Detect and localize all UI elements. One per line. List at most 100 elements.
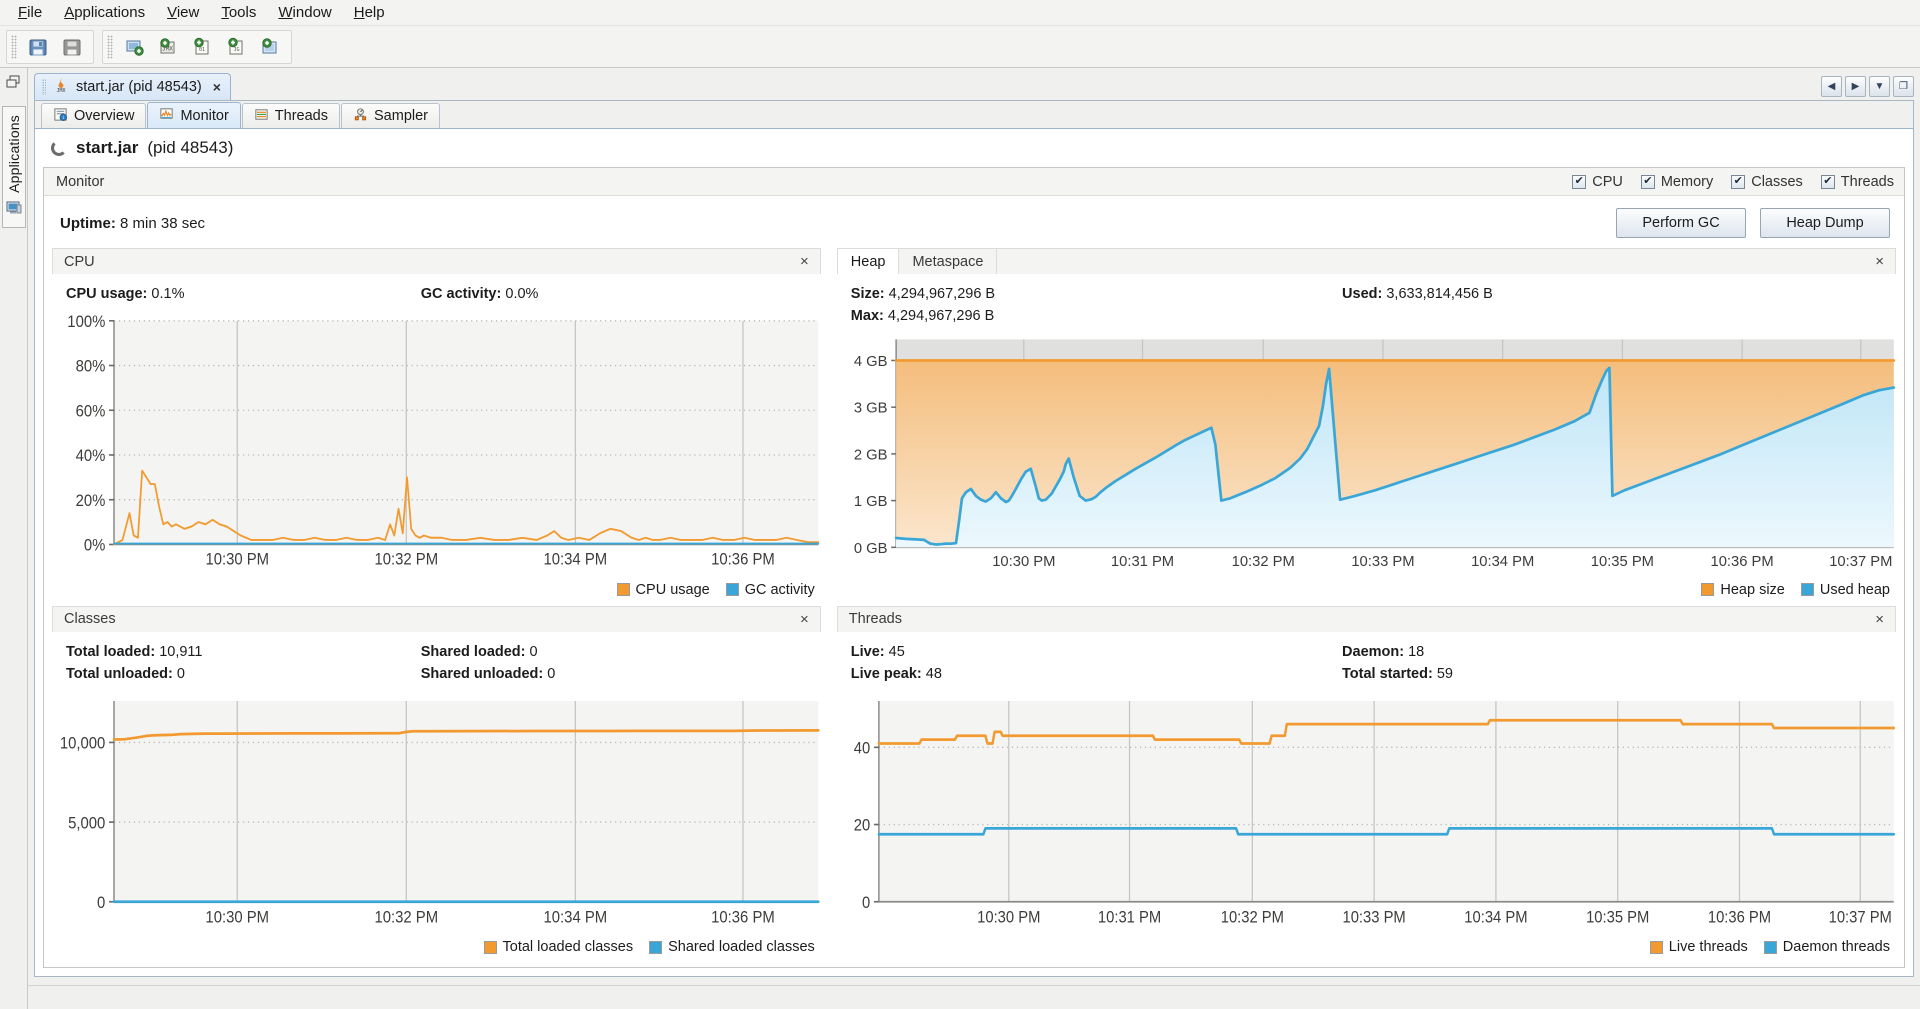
toolbar-grip-2[interactable] [107, 34, 113, 59]
checkbox-threads[interactable]: ✔ Threads [1820, 174, 1894, 190]
perform-gc-button[interactable]: Perform GC [1616, 208, 1746, 238]
heap-stats: Size: 4,294,967,296 B Max: 4,294,967,296… [837, 274, 1896, 332]
checkbox-cpu-label: CPU [1592, 173, 1623, 190]
svg-text:10:32 PM: 10:32 PM [374, 908, 438, 926]
svg-text:20: 20 [854, 817, 871, 835]
toolbar-group-file [6, 29, 94, 64]
heap-size-label: Size: [850, 286, 885, 302]
checkbox-cpu[interactable]: ✔ CPU [1572, 174, 1623, 190]
save-icon[interactable] [21, 32, 55, 62]
svg-text:JG: JG [233, 47, 239, 53]
heap-chart[interactable]: 0 GB 1 GB 2 GB 3 GB 4 GB 10:30 PM 10:31 PM 10:3… [837, 332, 1896, 580]
main-body: Applications JMX start.jar (pid 48543) ×… [0, 68, 1920, 1009]
cpu-close-icon[interactable]: × [797, 253, 812, 270]
legend-swatch-shared-loaded [649, 940, 663, 954]
tab-overview-label: Overview [74, 108, 135, 124]
document-panel: i Overview Monitor Threads Sampler start… [34, 100, 1914, 977]
tab-sampler[interactable]: Sampler [341, 103, 440, 128]
legend-heap-size: Heap size [1701, 582, 1785, 598]
menu-item-tools[interactable]: Tools [211, 1, 266, 24]
legend-swatch-total-loaded [483, 940, 497, 954]
monitor-icon [159, 106, 174, 125]
heap-legend: Heap size Used heap [837, 580, 1896, 602]
svg-text:0%: 0% [84, 537, 106, 555]
menu-item-file[interactable]: FFileile [8, 1, 52, 24]
add-jmx-connection-icon[interactable]: JMX [151, 32, 185, 62]
legend-shared-loaded-classes: Shared loaded classes [649, 939, 815, 955]
heap-used-label: Used: [1342, 286, 1383, 302]
tab-threads[interactable]: Threads [241, 103, 340, 128]
monitor-toggles: ✔ CPU ✔ Memory ✔ Classes ✔ Threads [1572, 174, 1894, 190]
menu-item-window[interactable]: Window [268, 1, 341, 24]
heap-stat-used: Used: 3,633,814,456 B [1342, 286, 1493, 324]
classes-chart[interactable]: 0 5,000 10,000 10:30 PM 10:32 PM 10:34 PM 10:3… [52, 690, 821, 938]
scroll-right-button[interactable]: ▶ [1845, 76, 1866, 97]
page-title-pid: (pid 48543) [147, 138, 234, 157]
left-rail: Applications [0, 68, 28, 1009]
monitor-section: Monitor ✔ CPU ✔ Memory ✔ Classes ✔ Threa… [43, 167, 1905, 968]
tab-overview[interactable]: i Overview [41, 103, 147, 128]
svg-text:JMX: JMX [56, 88, 65, 93]
tab-monitor[interactable]: Monitor [147, 102, 241, 128]
uptime-value: 8 min 38 sec [120, 214, 206, 232]
heap-close-icon[interactable]: × [1872, 253, 1887, 270]
menu-item-applications[interactable]: Applications [54, 1, 155, 24]
heap-max-label: Max: [850, 308, 884, 324]
checkbox-memory[interactable]: ✔ Memory [1640, 174, 1713, 190]
tab-heap[interactable]: Heap [837, 249, 900, 274]
live-peak-label: Live peak: [850, 665, 922, 682]
scroll-left-button[interactable]: ◀ [1821, 76, 1842, 97]
checkbox-classes[interactable]: ✔ Classes [1731, 174, 1803, 190]
uptime-row: Uptime: 8 min 38 sec Perform GC Heap Dum… [44, 196, 1904, 248]
cpu-usage-value: 0.1% [151, 286, 185, 302]
threads-close-icon[interactable]: × [1872, 611, 1887, 628]
threads-chart[interactable]: 0 20 40 10:30 PM 10:31 PM 10:32 PM 10:33 PM 10:… [837, 690, 1896, 938]
svg-text:100%: 100% [67, 313, 105, 331]
svg-text:20%: 20% [76, 492, 106, 510]
svg-text:10:36 PM: 10:36 PM [1710, 554, 1773, 570]
save-all-icon[interactable] [55, 32, 89, 62]
svg-text:10:34 PM: 10:34 PM [543, 908, 607, 926]
menu-item-view[interactable]: View [157, 1, 209, 24]
legend-total-loaded-classes: Total loaded classes [483, 939, 634, 955]
uptime-text: Uptime: 8 min 38 sec [60, 215, 205, 232]
sidebar-item-applications[interactable]: Applications [1, 106, 26, 228]
maximize-button[interactable]: ❐ [1893, 76, 1914, 97]
add-remote-host-icon[interactable]: 01 [185, 32, 219, 62]
heap-dump-button[interactable]: Heap Dump [1760, 208, 1890, 238]
tab-metaspace[interactable]: Metaspace [899, 249, 998, 274]
document-tab-startjar[interactable]: JMX start.jar (pid 48543) × [34, 73, 231, 100]
classes-close-icon[interactable]: × [797, 611, 812, 628]
total-unloaded-value: 0 [176, 665, 185, 682]
legend-gc-activity: GC activity [725, 582, 815, 598]
overview-icon: i [53, 107, 68, 126]
gc-activity-value: 0.0% [505, 286, 539, 302]
add-snapshot-icon[interactable] [253, 32, 287, 62]
cpu-chart[interactable]: 0% 20% 40% 60% 80% 100% 10:30 PM 10:32 PM 10:34 … [52, 310, 821, 580]
cpu-card: CPU × CPU usage: 0.1% GC activity: 0.0% [44, 248, 829, 606]
svg-text:5,000: 5,000 [68, 814, 105, 832]
monitor-section-header: Monitor ✔ CPU ✔ Memory ✔ Classes ✔ Threa… [44, 168, 1904, 196]
checkbox-memory-box: ✔ [1640, 174, 1655, 189]
add-vm-coredump-icon[interactable]: JG [219, 32, 253, 62]
menu-item-help[interactable]: Help [344, 1, 395, 24]
threads-icon [254, 107, 269, 126]
windows-icon[interactable] [5, 74, 23, 96]
close-icon[interactable]: × [213, 79, 221, 95]
classes-card-title: Classes [64, 611, 116, 627]
add-local-host-icon[interactable] [117, 32, 151, 62]
cpu-stat-gc: GC activity: 0.0% [421, 286, 539, 302]
live-value: 45 [888, 643, 905, 660]
svg-text:2 GB: 2 GB [854, 447, 888, 463]
svg-text:60%: 60% [76, 403, 106, 421]
cpu-legend: CPU usage GC activity [52, 580, 821, 602]
threads-legend: Live threads Daemon threads [837, 937, 1896, 959]
toolbar-grip[interactable] [11, 34, 17, 59]
legend-label-total-loaded: Total loaded classes [502, 939, 634, 955]
svg-text:10:30 PM: 10:30 PM [205, 908, 269, 926]
live-label: Live: [850, 643, 885, 660]
tab-sampler-label: Sampler [374, 108, 428, 124]
cpu-card-title: CPU [64, 253, 95, 270]
tab-list-dropdown-button[interactable]: ▼ [1869, 76, 1890, 97]
svg-text:10:35 PM: 10:35 PM [1586, 908, 1649, 926]
